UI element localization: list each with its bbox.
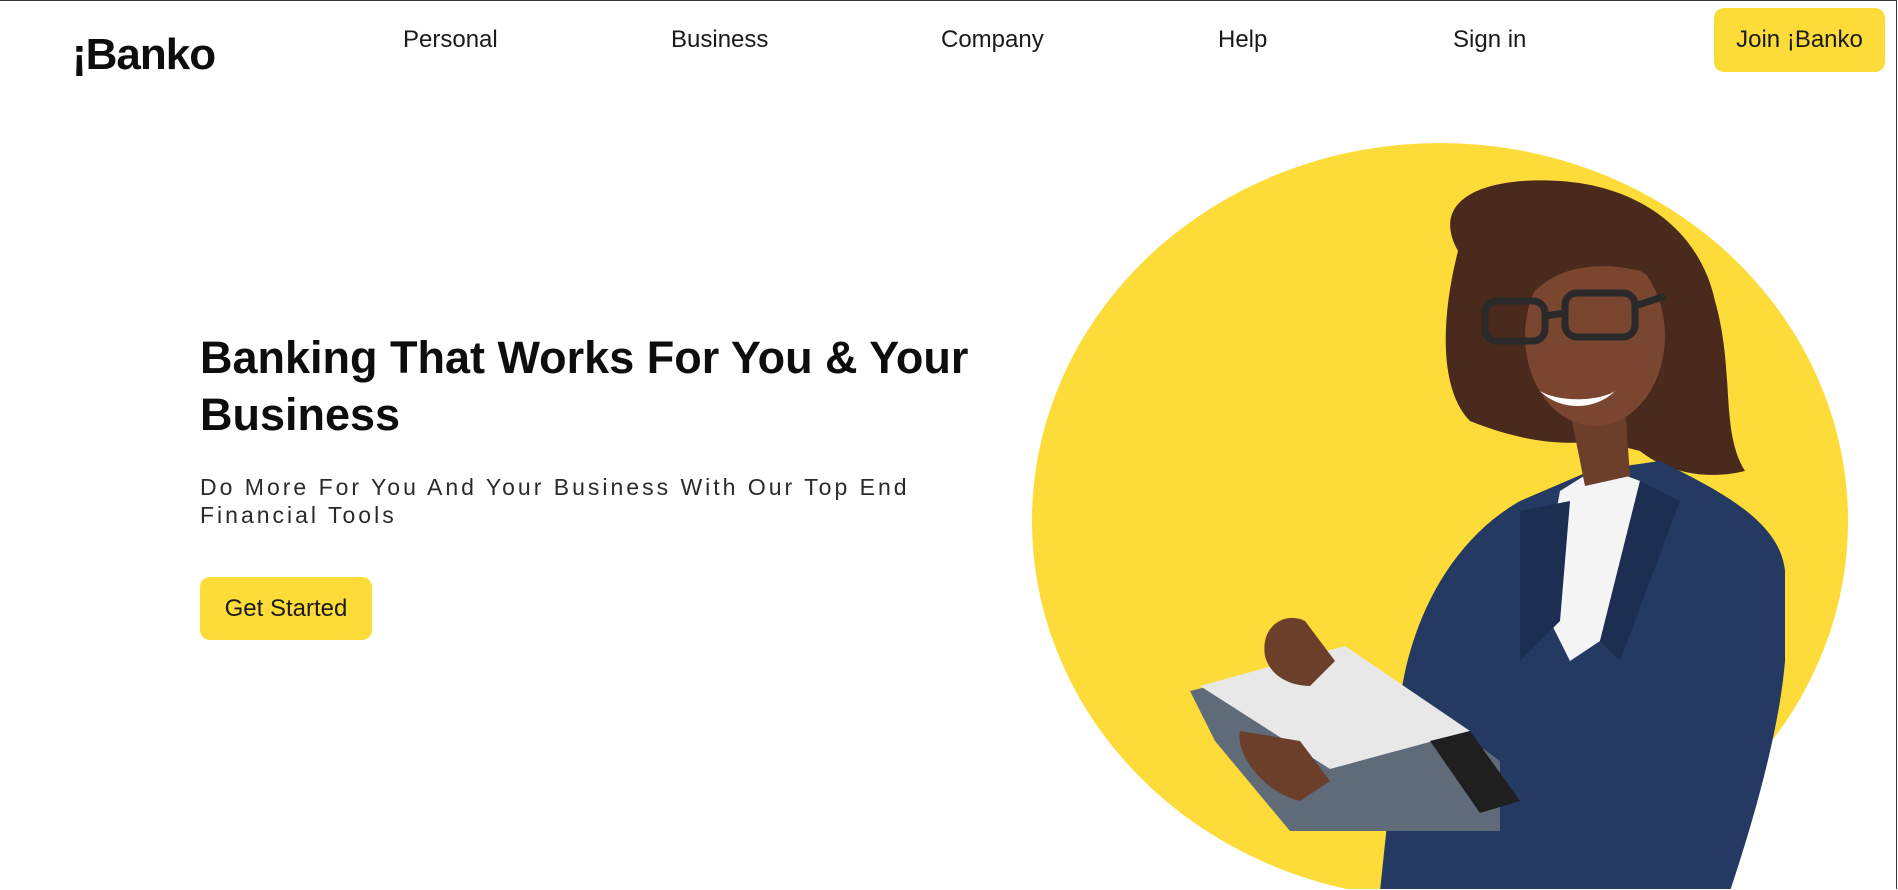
businesswoman-photo-icon — [1032, 143, 1848, 889]
nav-link-company[interactable]: Company — [941, 25, 1044, 55]
brand-logo[interactable]: ¡Banko — [72, 29, 216, 81]
get-started-button[interactable]: Get Started — [200, 577, 372, 640]
page: ¡Banko Personal Business Company Help Si… — [0, 0, 1897, 889]
hero-title: Banking That Works For You & Your Busine… — [200, 332, 969, 440]
nav-link-personal[interactable]: Personal — [403, 25, 498, 55]
join-button[interactable]: Join ¡Banko — [1714, 8, 1885, 72]
nav-link-help[interactable]: Help — [1218, 25, 1267, 55]
hero-subtitle: Do More For You And Your Business With O… — [200, 474, 910, 528]
nav-link-sign-in[interactable]: Sign in — [1453, 25, 1526, 55]
nav-link-business[interactable]: Business — [671, 25, 768, 55]
